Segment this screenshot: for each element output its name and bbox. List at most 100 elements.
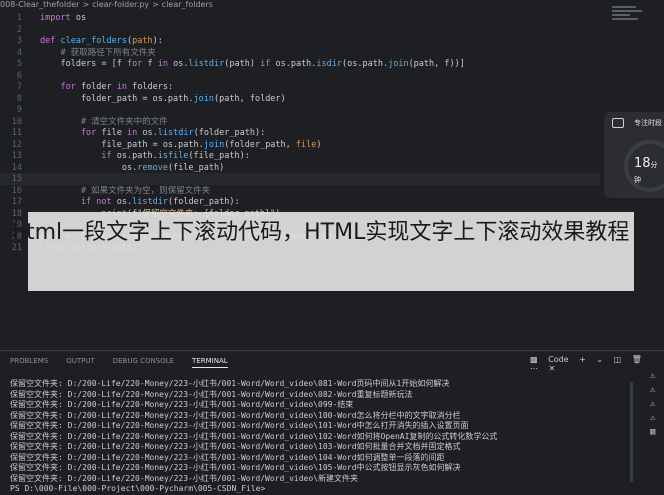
- line-number: 14: [11, 162, 22, 173]
- warning-icon[interactable]: ▩: [650, 428, 660, 437]
- code-token: (os.path.: [342, 59, 389, 69]
- close-icon[interactable]: ✕: [549, 364, 556, 373]
- terminal-line: 保留空文件夹: D:/200-Life/220-Money/223-小红书/00…: [10, 379, 450, 388]
- breadcrumb: 008-Clear_thefolder > clear-folder.py > clea…: [0, 0, 664, 12]
- shell-label[interactable]: Code: [548, 355, 568, 364]
- code-token: listdir: [157, 128, 194, 138]
- chevron-down-icon[interactable]: ⌄: [596, 355, 603, 364]
- minimap[interactable]: [612, 4, 652, 34]
- code-line[interactable]: 1 import os: [0, 12, 600, 24]
- terminal-line: 保留空文件夹: D:/200-Life/220-Money/223-小红书/00…: [10, 421, 469, 430]
- code-line[interactable]: 9: [0, 104, 600, 116]
- code-token: for: [40, 128, 97, 138]
- line-number: 16: [11, 185, 22, 196]
- terminal-line: PS D:\000-File\000-Project\000-Pycharm\0…: [10, 484, 266, 493]
- tab-problems[interactable]: PROBLEMS: [10, 357, 48, 365]
- code-token: os.: [111, 197, 133, 207]
- line-number: 5: [16, 59, 22, 69]
- tab-terminal[interactable]: TERMINAL: [192, 357, 228, 368]
- breadcrumb-item[interactable]: clear-folder.py: [92, 0, 149, 9]
- breadcrumb-item[interactable]: clear_folders: [162, 0, 213, 9]
- code-token: for: [127, 59, 143, 69]
- terminal-line: 保留空文件夹: D:/200-Life/220-Money/223-小红书/00…: [10, 442, 461, 451]
- code-line[interactable]: 7 for folder in folders:: [0, 81, 600, 93]
- code-line[interactable]: 5 folders = [f for f in os.listdir(path)…: [0, 58, 600, 70]
- panel-tabs: PROBLEMS OUTPUT DEBUG CONSOLE TERMINAL: [10, 357, 246, 368]
- code-line[interactable]: 15: [0, 173, 600, 185]
- line-number: 18: [11, 208, 22, 219]
- code-token: folders:: [127, 82, 174, 92]
- line-number: 7: [16, 82, 22, 92]
- code-line[interactable]: 12 file_path = os.path.join(folder_path,…: [0, 139, 600, 151]
- code-editor[interactable]: 1 import os 2 3 def clear_folders(path): 4 # …: [0, 12, 600, 342]
- code-token: os.: [40, 162, 138, 173]
- terminal-icon[interactable]: ▩: [530, 355, 538, 364]
- code-text: for folder in folders:: [40, 81, 173, 93]
- line-number: 15: [11, 174, 22, 184]
- code-text: file_path = os.path.join(folder_path, fi…: [40, 139, 322, 151]
- warning-icon[interactable]: ⚠: [650, 400, 660, 409]
- code-token: # 清空文件夹中的文件: [40, 116, 168, 127]
- code-line[interactable]: 17 if not os.listdir(folder_path):: [0, 196, 600, 208]
- tab-output[interactable]: OUTPUT: [66, 357, 95, 365]
- code-token: (folder_path):: [167, 197, 240, 207]
- trash-icon[interactable]: 🗑: [632, 355, 642, 364]
- code-token: os.: [167, 59, 189, 69]
- tab-debug-console[interactable]: DEBUG CONSOLE: [113, 357, 174, 365]
- line-number: 12: [11, 139, 22, 150]
- bottom-panel: PROBLEMS OUTPUT DEBUG CONSOLE TERMINAL ▩ Co…: [0, 350, 664, 493]
- line-number: 10: [11, 116, 22, 127]
- article-title: html一段文字上下滚动代码，HTML实现文字上下滚动效果教程: [12, 220, 630, 245]
- line-number: 4: [16, 47, 22, 58]
- focus-widget-title: 专注时段: [634, 119, 662, 127]
- line-number: 8: [16, 93, 22, 104]
- code-token: ): [316, 139, 322, 150]
- code-line[interactable]: 11 for file in os.listdir(folder_path):: [0, 127, 600, 139]
- code-line[interactable]: 6: [0, 70, 600, 82]
- line-number: 1: [16, 13, 22, 23]
- code-text: # 清空文件夹中的文件: [40, 116, 168, 128]
- code-token: not: [91, 197, 112, 207]
- terminal-line: 保留空文件夹: D:/200-Life/220-Money/223-小红书/00…: [10, 431, 498, 441]
- focus-timer-widget[interactable]: 专注时段 18分钟: [604, 112, 664, 198]
- code-token: file: [96, 128, 128, 138]
- code-token: folder: [75, 82, 117, 92]
- code-token: (path, f))]: [408, 59, 465, 69]
- warning-icon[interactable]: ⚠: [650, 386, 660, 395]
- code-token: isfile: [157, 151, 189, 161]
- code-line[interactable]: 10 # 清空文件夹中的文件: [0, 116, 600, 128]
- line-number: 17: [11, 197, 22, 207]
- more-icon[interactable]: ⋯: [530, 364, 538, 373]
- timer-value: 18分钟: [634, 156, 658, 184]
- code-token: if: [40, 151, 112, 161]
- code-token: os.path.: [270, 59, 317, 69]
- breadcrumb-item[interactable]: 008-Clear_thefolder: [0, 0, 79, 9]
- plus-icon[interactable]: +: [579, 355, 586, 364]
- code-line[interactable]: 4 # 获取路径下所有文件夹: [0, 47, 600, 59]
- panel-actions: ▩ Code + ⌄ ◫ 🗑 ⋯ ✕: [530, 355, 664, 373]
- code-token: (file_path):: [188, 151, 250, 161]
- terminal-output[interactable]: 保留空文件夹: D:/200-Life/220-Money/223-小红书/00…: [10, 379, 630, 495]
- code-line[interactable]: 8 folder_path = os.path.join(path, folde…: [0, 93, 600, 105]
- terminal-line: 保留空文件夹: D:/200-Life/220-Money/223-小红书/00…: [10, 463, 461, 472]
- warning-icon[interactable]: ⚠: [650, 414, 660, 423]
- code-text: if os.path.isfile(file_path):: [40, 150, 250, 162]
- code-line[interactable]: 13 if os.path.isfile(file_path):: [0, 150, 600, 162]
- code-line[interactable]: 14 os.remove(file_path): [0, 162, 600, 174]
- breadcrumb-separator: >: [152, 0, 159, 9]
- code-line[interactable]: 3 def clear_folders(path):: [0, 35, 600, 47]
- code-token: listdir: [188, 59, 225, 69]
- code-token: ):: [152, 36, 163, 46]
- code-token: # 获取路径下所有文件夹: [40, 47, 156, 58]
- code-token: (file_path): [167, 162, 225, 173]
- code-token: remove: [137, 162, 168, 173]
- code-line[interactable]: 16 # 如果文件夹为空，则保留文件夹: [0, 185, 600, 197]
- line-number: 3: [16, 36, 22, 46]
- code-token: # 如果文件夹为空，则保留文件夹: [40, 185, 211, 196]
- code-line[interactable]: 2: [0, 24, 600, 36]
- terminal-scrollbar[interactable]: [630, 382, 633, 482]
- split-icon[interactable]: ◫: [614, 355, 622, 364]
- warning-icon[interactable]: ⚠: [650, 372, 660, 381]
- code-token: os.path.: [111, 151, 158, 161]
- code-token: in: [116, 82, 128, 92]
